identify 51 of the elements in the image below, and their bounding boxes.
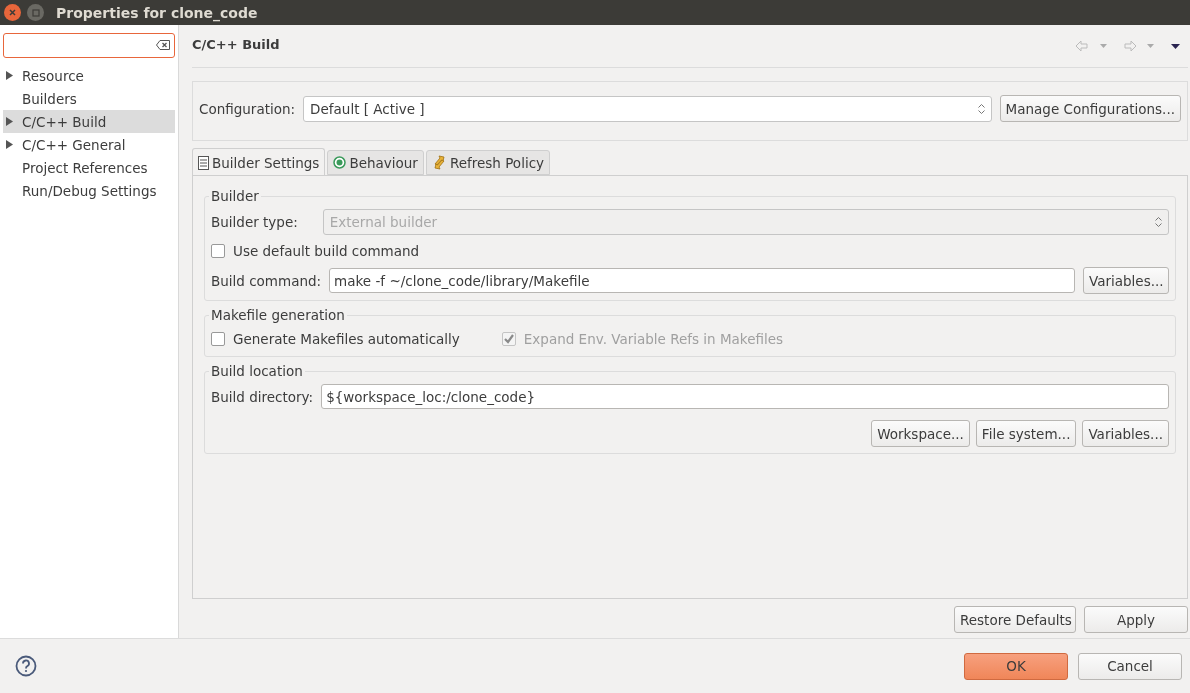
page-title: C/C++ Build — [192, 36, 280, 52]
expand-arrow-icon[interactable] — [6, 71, 13, 80]
square-icon — [31, 8, 40, 17]
refresh-arrows-icon — [431, 155, 447, 170]
window-title: Properties for clone_code — [56, 4, 258, 21]
help-icon[interactable] — [15, 655, 37, 677]
build-directory-field[interactable]: ${workspace_loc:/clone_code} — [321, 384, 1169, 409]
variables-button[interactable]: Variables... — [1083, 267, 1169, 294]
location-button[interactable]: Variables... — [1082, 420, 1169, 447]
dialog-button[interactable]: OK — [964, 652, 1068, 680]
radio-icon — [333, 156, 347, 169]
updown-arrows-icon — [1155, 216, 1162, 228]
tab[interactable]: Refresh Policy — [425, 150, 551, 175]
close-button[interactable] — [4, 4, 21, 21]
checkbox[interactable] — [211, 244, 225, 258]
maximize-button[interactable] — [27, 4, 44, 21]
checkbox[interactable] — [211, 332, 225, 346]
list-icon — [198, 155, 209, 170]
dialog-button[interactable]: Cancel — [1078, 652, 1182, 680]
build-command-field[interactable]: make -f ~/clone_code/library/Makefile — [329, 268, 1075, 293]
build-command-label: Build command: — [211, 272, 322, 289]
group-title: Build location — [209, 363, 305, 379]
build-directory-label: Build directory: — [211, 388, 314, 405]
close-icon — [9, 9, 16, 16]
checkbox-label: Expand Env. Variable Refs in Makefiles — [523, 331, 784, 347]
builder-type-label: Builder type: — [211, 214, 298, 230]
configuration-label: Configuration: — [199, 100, 296, 117]
checkbox-label: Use default build command — [233, 243, 420, 259]
tree-item[interactable]: Builders — [3, 87, 175, 110]
configuration-dropdown[interactable]: Default [ Active ] — [303, 95, 992, 122]
manage-configurations-button[interactable]: Manage Configurations... — [999, 95, 1181, 122]
checkbox-label: Generate Makefiles automatically — [233, 331, 460, 347]
clear-icon[interactable] — [156, 40, 170, 50]
tab[interactable]: Builder Settings — [192, 148, 326, 176]
tab[interactable]: Behaviour — [327, 150, 424, 175]
tree-item[interactable]: Project References — [3, 156, 175, 179]
tree-item[interactable]: C/C++ Build — [3, 110, 175, 133]
tree-item[interactable]: C/C++ General — [3, 133, 175, 156]
location-button[interactable]: Workspace... — [871, 420, 970, 447]
expand-arrow-icon[interactable] — [6, 140, 13, 149]
navigation-arrows-icon[interactable] — [1075, 40, 1180, 52]
filter-field[interactable] — [3, 33, 175, 58]
location-button[interactable]: File system... — [975, 420, 1077, 447]
expand-arrow-icon[interactable] — [6, 117, 13, 126]
updown-arrows-icon — [977, 102, 985, 115]
page-button[interactable]: Apply — [1084, 606, 1188, 633]
tree-item[interactable]: Run/Debug Settings — [3, 179, 175, 202]
page-button[interactable]: Restore Defaults — [954, 606, 1076, 633]
group-title: Makefile generation — [209, 307, 347, 323]
tree-item[interactable]: Resource — [3, 64, 175, 87]
group-title: Builder — [209, 188, 261, 204]
